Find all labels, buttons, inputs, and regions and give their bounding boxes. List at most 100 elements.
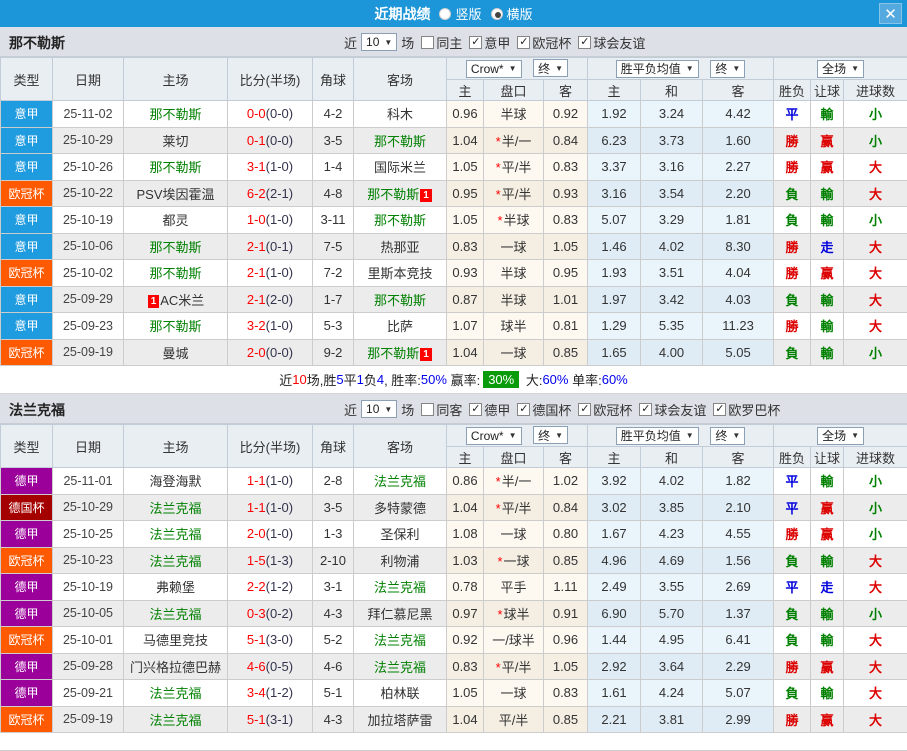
handicap-cell: *平/半 xyxy=(483,179,544,207)
avg-win-cell: 3.16 xyxy=(587,179,642,207)
date-cell: 25-10-02 xyxy=(52,259,124,287)
match-row: 德甲 25-10-05 法兰克福 0-3(0-2) 4-3 拜仁慕尼黑 0.97 *球半 0.9… xyxy=(0,599,907,627)
avg-select[interactable]: 胜平负均值 ▼ xyxy=(615,426,699,445)
match-row: 意甲 25-10-06 那不勒斯 2-1(0-1) 7-5 热那亚 0.83 一球 1.05 1.… xyxy=(0,232,907,260)
result-cell: 平 xyxy=(773,573,812,601)
close-icon[interactable]: ✕ xyxy=(879,3,902,24)
away-team-cell: 法兰克福 xyxy=(353,573,447,601)
final-avg-select[interactable]: 终 ▼ xyxy=(710,59,746,78)
filter-checkbox[interactable]: 同主 xyxy=(421,33,462,52)
scope-select[interactable]: 全场 ▼ xyxy=(817,426,865,445)
checkbox-icon[interactable]: ✓ xyxy=(713,402,727,416)
match-count-select[interactable]: 10 ▼ xyxy=(361,400,398,418)
checkbox-icon[interactable]: ✓ xyxy=(517,402,531,416)
halftime-score: (1-0) xyxy=(265,159,294,175)
filter-checkbox[interactable]: ✓ 欧冠杯 xyxy=(578,400,632,419)
avg-lose-cell: 6.41 xyxy=(702,626,775,654)
away-odds-cell: 0.83 xyxy=(542,679,589,707)
fulltime-score: 0-1 xyxy=(246,132,266,148)
final-odds-select[interactable]: 终 ▼ xyxy=(533,426,569,445)
final-odds-select[interactable]: 终 ▼ xyxy=(533,59,569,78)
corners-cell: 5-2 xyxy=(312,626,354,654)
asterisk-marker: * xyxy=(497,606,503,622)
radio-horizontal-icon[interactable] xyxy=(490,7,503,20)
bookmaker-select[interactable]: Crow* ▼ xyxy=(465,59,522,78)
halftime-score: (1-2) xyxy=(265,579,294,595)
bookmaker-select[interactable]: Crow* ▼ xyxy=(465,426,522,445)
filter-checkbox[interactable]: ✓ 欧冠杯 xyxy=(517,33,571,52)
layout-radio-horizontal[interactable]: 横版 xyxy=(482,4,533,23)
handicap-result-cell: 赢 xyxy=(810,259,845,287)
halftime-score: (3-0) xyxy=(265,632,294,648)
summary-segment: 平 xyxy=(343,373,357,388)
asterisk-marker: * xyxy=(495,186,501,202)
checkbox-icon[interactable]: ✓ xyxy=(639,402,653,416)
score-cell: 2-1(1-0) xyxy=(227,259,313,287)
away-team-cell: 那不勒斯 1 xyxy=(353,179,447,207)
avg-draw-cell: 3.29 xyxy=(640,206,704,234)
handicap-cell: 一球 xyxy=(483,338,544,366)
filter-checkbox[interactable]: ✓ 欧罗巴杯 xyxy=(713,400,780,419)
match-row: 德国杯 25-10-29 法兰克福 1-1(1-0) 3-5 多特蒙德 1.04 *平/半 0.… xyxy=(0,493,907,521)
avg-lose-cell: 8.30 xyxy=(702,232,775,260)
checkbox-icon[interactable]: ✓ xyxy=(517,35,531,49)
col-goals: 进球数 xyxy=(843,446,907,468)
result-cell: 勝 xyxy=(773,126,812,154)
date-cell: 25-09-28 xyxy=(52,652,124,680)
home-odds-cell: 1.05 xyxy=(446,679,484,707)
scope-select[interactable]: 全场 ▼ xyxy=(817,59,865,78)
halftime-score: (0-0) xyxy=(265,106,294,122)
checkbox-icon[interactable]: ✓ xyxy=(578,402,592,416)
checkbox-icon[interactable]: ✓ xyxy=(469,35,483,49)
col-type: 类型 xyxy=(0,424,53,468)
avg-select[interactable]: 胜平负均值 ▼ xyxy=(615,59,699,78)
handicap-result-cell: 輸 xyxy=(810,546,845,574)
result-cell: 勝 xyxy=(773,520,812,548)
col-handicap: 盘口 xyxy=(483,79,544,101)
summary-bar: 近 10 场,胜 5 平 1 负 4, 胜率: 50% 赢率: 30% 大: 60% 单率: 60% xyxy=(0,366,907,394)
away-team-cell: 圣保利 xyxy=(353,520,447,548)
filter-checkbox[interactable]: ✓ 意甲 xyxy=(469,33,510,52)
score-cell: 0-1(0-0) xyxy=(227,126,313,154)
filter-checkbox[interactable]: 同客 xyxy=(421,400,462,419)
handicap-cell: 一/球半 xyxy=(483,626,544,654)
team-name: 弗赖堡 xyxy=(155,580,195,596)
home-odds-cell: 0.97 xyxy=(446,599,484,627)
away-odds-cell: 0.84 xyxy=(542,126,589,154)
checkbox-icon[interactable]: ✓ xyxy=(578,35,592,49)
goals-cell: 大 xyxy=(843,259,907,287)
home-team-cell: 莱切 xyxy=(123,126,228,154)
fulltime-score: 2-1 xyxy=(246,238,266,254)
checkbox-icon[interactable] xyxy=(421,402,435,416)
filter-checkbox[interactable]: ✓ 球会友谊 xyxy=(639,400,706,419)
games-label: 场 xyxy=(401,35,415,51)
score-cell: 6-2(2-1) xyxy=(227,179,313,207)
corners-cell: 1-4 xyxy=(312,153,354,181)
summary-segment: 单率: xyxy=(568,373,602,388)
checkbox-icon[interactable]: ✓ xyxy=(469,402,483,416)
radio-vertical-icon[interactable] xyxy=(439,7,452,20)
result-cell: 勝 xyxy=(773,232,812,260)
filter-checkbox[interactable]: ✓ 德国杯 xyxy=(517,400,571,419)
filter-checkbox[interactable]: ✓ 德甲 xyxy=(469,400,510,419)
team-name: 海登海默 xyxy=(149,474,202,490)
home-team-cell: 海登海默 xyxy=(123,467,228,495)
home-team-cell: 那不勒斯 xyxy=(123,312,228,340)
avg-draw-cell: 3.85 xyxy=(640,493,704,521)
type-cell: 欧冠杯 xyxy=(0,546,53,574)
handicap-result-cell: 走 xyxy=(810,232,845,260)
layout-radio-vertical[interactable]: 竖版 xyxy=(430,4,482,23)
checkbox-icon[interactable] xyxy=(421,35,435,49)
near-label: 近 xyxy=(344,35,358,51)
filter-checkbox[interactable]: ✓ 球会友谊 xyxy=(578,33,645,52)
match-count-select[interactable]: 10 ▼ xyxy=(361,33,398,51)
col-odds-home: 主 xyxy=(446,79,484,101)
radio-horizontal-label: 横版 xyxy=(506,7,533,22)
avg-win-cell: 4.96 xyxy=(587,546,642,574)
col-avg-draw: 和 xyxy=(640,79,704,101)
away-team-cell: 加拉塔萨雷 xyxy=(353,705,447,733)
avg-win-cell: 1.46 xyxy=(587,232,642,260)
final-avg-select[interactable]: 终 ▼ xyxy=(710,426,746,445)
home-team-cell: 曼城 xyxy=(123,338,228,366)
team-name: 那不勒斯 xyxy=(373,213,426,229)
